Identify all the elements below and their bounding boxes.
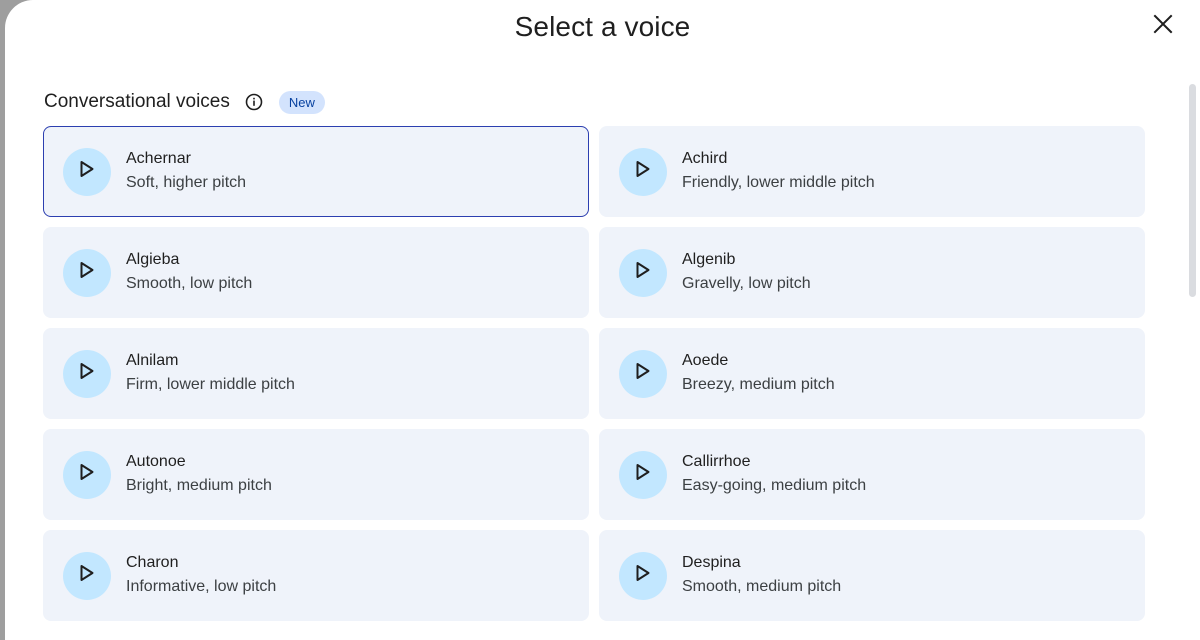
info-icon[interactable] [245, 93, 263, 111]
voice-text: Algieba Smooth, low pitch [126, 249, 252, 297]
voice-description: Soft, higher pitch [126, 173, 247, 191]
voice-text: Autonoe Bright, medium pitch [126, 451, 272, 499]
voice-card-autonoe[interactable]: Autonoe Bright, medium pitch [43, 429, 589, 520]
voice-name: Algieba [126, 250, 180, 268]
voice-description: Friendly, lower middle pitch [682, 173, 875, 191]
voice-card-algieba[interactable]: Algieba Smooth, low pitch [43, 227, 589, 318]
voice-text: Achernar Soft, higher pitch [126, 148, 246, 196]
voice-name: Aoede [682, 351, 729, 369]
play-button[interactable] [63, 147, 111, 196]
play-icon [79, 160, 95, 183]
play-icon [635, 261, 651, 284]
play-button[interactable] [63, 450, 111, 499]
voice-select-dialog: Select a voice Conversational voices New [5, 0, 1200, 640]
play-icon [79, 564, 95, 587]
voice-card-alnilam[interactable]: Alnilam Firm, lower middle pitch [43, 328, 589, 419]
voice-text: Algenib Gravelly, low pitch [682, 249, 811, 297]
close-icon [1153, 14, 1173, 39]
play-button[interactable] [63, 248, 111, 297]
voice-card-achird[interactable]: Achird Friendly, lower middle pitch [599, 126, 1145, 217]
section-title: Conversational voices [44, 91, 230, 112]
play-button[interactable] [619, 349, 667, 398]
play-button[interactable] [619, 450, 667, 499]
new-badge: New [278, 90, 325, 114]
voice-name: Alnilam [126, 351, 179, 369]
voice-text: Achird Friendly, lower middle pitch [682, 148, 875, 196]
voice-description: Smooth, medium pitch [682, 577, 842, 595]
play-icon [79, 261, 95, 284]
voice-card-aoede[interactable]: Aoede Breezy, medium pitch [599, 328, 1145, 419]
voice-grid: Achernar Soft, higher pitch Achird Frien… [43, 126, 1145, 621]
voice-name: Achernar [126, 149, 191, 167]
voice-description: Breezy, medium pitch [682, 375, 835, 393]
voice-name: Achird [682, 149, 728, 167]
voice-text: Alnilam Firm, lower middle pitch [126, 350, 295, 398]
voice-description: Smooth, low pitch [126, 274, 253, 292]
play-icon [79, 362, 95, 385]
play-icon [635, 463, 651, 486]
voice-name: Despina [682, 553, 741, 571]
voice-name: Algenib [682, 250, 736, 268]
voice-name: Callirrhoe [682, 452, 751, 470]
voice-description: Firm, lower middle pitch [126, 375, 295, 393]
voice-name: Autonoe [126, 452, 186, 470]
voice-text: Aoede Breezy, medium pitch [682, 350, 835, 398]
play-icon [635, 564, 651, 587]
section-header: Conversational voices New [44, 88, 325, 116]
play-button[interactable] [619, 248, 667, 297]
play-button[interactable] [63, 349, 111, 398]
voice-description: Gravelly, low pitch [682, 274, 811, 292]
voice-description: Informative, low pitch [126, 577, 277, 595]
play-button[interactable] [619, 551, 667, 600]
close-button[interactable] [1148, 11, 1178, 41]
voice-card-charon[interactable]: Charon Informative, low pitch [43, 530, 589, 621]
voice-description: Bright, medium pitch [126, 476, 272, 494]
voice-text: Charon Informative, low pitch [126, 552, 276, 600]
play-button[interactable] [619, 147, 667, 196]
voice-text: Despina Smooth, medium pitch [682, 552, 841, 600]
voice-card-achernar[interactable]: Achernar Soft, higher pitch [43, 126, 589, 217]
play-icon [79, 463, 95, 486]
scrollbar[interactable] [1186, 80, 1199, 630]
play-icon [635, 362, 651, 385]
voice-card-despina[interactable]: Despina Smooth, medium pitch [599, 530, 1145, 621]
play-icon [635, 160, 651, 183]
scrollbar-thumb[interactable] [1189, 84, 1196, 297]
play-button[interactable] [63, 551, 111, 600]
voice-text: Callirrhoe Easy-going, medium pitch [682, 451, 866, 499]
dialog-title: Select a voice [514, 11, 691, 42]
voice-card-callirrhoe[interactable]: Callirrhoe Easy-going, medium pitch [599, 429, 1145, 520]
voice-description: Easy-going, medium pitch [682, 476, 867, 494]
voice-name: Charon [126, 553, 179, 571]
voice-card-algenib[interactable]: Algenib Gravelly, low pitch [599, 227, 1145, 318]
